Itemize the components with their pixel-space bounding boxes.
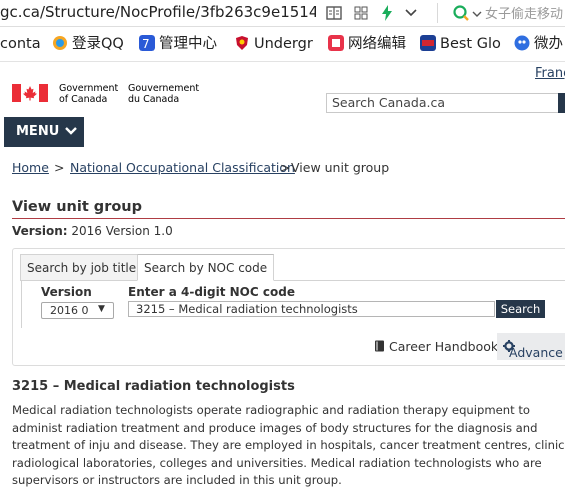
title-divider bbox=[12, 218, 565, 219]
career-handbook-link[interactable]: Career Handbook bbox=[374, 339, 498, 354]
baidu-icon bbox=[514, 35, 530, 51]
noc-unit-title: 3215 – Medical radiation technologists bbox=[12, 379, 295, 394]
version-selected-value: 2016 0 bbox=[50, 304, 89, 317]
version-label: Version: bbox=[12, 224, 68, 238]
breadcrumb-noc-link[interactable]: National Occupational Classification bbox=[70, 160, 295, 175]
gov-name-fr: Gouvernement du Canada bbox=[128, 83, 200, 105]
browser-address-bar: gc.ca/Structure/NocProfile/3fb263c9e1514… bbox=[0, 0, 565, 27]
bookmark-label: Undergr bbox=[254, 36, 313, 52]
language-toggle-link[interactable]: Franç bbox=[535, 66, 565, 81]
chevron-down-icon bbox=[65, 127, 77, 135]
dropdown-arrow-icon: ▼ bbox=[98, 304, 105, 314]
bookmark-item[interactable]: 网络编辑 bbox=[328, 35, 406, 53]
bookmark-item[interactable]: Undergr bbox=[234, 35, 313, 53]
advanced-search-button[interactable]: Advance bbox=[497, 333, 565, 360]
noc-description: Medical radiation technologists operate … bbox=[12, 403, 565, 487]
bookmark-label: 登录QQ bbox=[72, 36, 124, 52]
chevron-down-icon[interactable] bbox=[402, 4, 420, 22]
breadcrumb-separator: > bbox=[280, 160, 291, 175]
bookmark-label: conta bbox=[0, 36, 41, 52]
edit-icon bbox=[328, 35, 344, 51]
chevron-down-icon[interactable] bbox=[471, 4, 483, 22]
search-button[interactable]: Search bbox=[496, 300, 545, 318]
noc-field-label: Enter a 4-digit NOC code bbox=[128, 285, 295, 299]
breadcrumb-separator: > bbox=[54, 160, 65, 175]
bookmark-label: Best Glo bbox=[440, 36, 501, 52]
shield-icon bbox=[236, 36, 248, 50]
noc-code-input[interactable]: 3215 – Medical radiation technologists bbox=[128, 301, 495, 317]
version-value: 2016 Version 1.0 bbox=[71, 224, 173, 238]
site-search-button[interactable] bbox=[558, 93, 565, 113]
canada-flag-icon bbox=[12, 84, 48, 102]
page-title: View unit group bbox=[12, 199, 143, 215]
bookmark-item[interactable]: Best Glo bbox=[420, 35, 501, 53]
bookmark-item[interactable]: 登录QQ bbox=[52, 35, 124, 53]
bookmark-item[interactable]: conta bbox=[0, 35, 41, 53]
divider bbox=[437, 3, 438, 23]
site-search-input[interactable]: Search Canada.ca bbox=[326, 93, 560, 113]
tab-search-by-job-title[interactable]: Search by job title bbox=[20, 254, 144, 281]
manage-icon: 7 bbox=[139, 35, 155, 51]
breadcrumb-current: View unit group bbox=[291, 160, 390, 175]
breadcrumb-home-link[interactable]: Home bbox=[12, 160, 49, 175]
bookmark-label: 微办 bbox=[534, 36, 563, 52]
gov-name-en: Government of Canada bbox=[59, 83, 119, 105]
reader-mode-icon[interactable] bbox=[325, 4, 343, 22]
advanced-label: Advance bbox=[509, 345, 563, 360]
apps-grid-icon[interactable] bbox=[352, 4, 370, 22]
usnews-icon bbox=[420, 35, 436, 51]
book-icon bbox=[375, 340, 384, 352]
bookmark-label: 管理中心 bbox=[159, 36, 217, 52]
version-field-label: Version bbox=[41, 285, 92, 299]
version-select[interactable]: 2016 0 ▼ bbox=[41, 302, 114, 319]
menu-button[interactable]: MENU bbox=[4, 117, 84, 147]
version-info: Version: 2016 Version 1.0 bbox=[12, 224, 173, 238]
svg-text:7: 7 bbox=[142, 37, 150, 51]
bookmarks-bar: conta 登录QQ 7 管理中心 Undergr 网络编辑 Best Glo 微… bbox=[0, 27, 565, 62]
lightning-icon[interactable] bbox=[378, 4, 396, 22]
url-field[interactable]: gc.ca/Structure/NocProfile/3fb263c9e1514 bbox=[0, 1, 316, 23]
tab-search-by-noc-code[interactable]: Search by NOC code bbox=[137, 254, 275, 281]
bookmark-item[interactable]: 微办 bbox=[514, 35, 563, 53]
qq-icon bbox=[53, 36, 67, 50]
noc-input-value: 3215 – Medical radiation technologists bbox=[136, 302, 358, 316]
search-engine-icon[interactable] bbox=[452, 4, 470, 22]
bookmark-label: 网络编辑 bbox=[348, 36, 406, 52]
browser-search-input[interactable]: 女子偷走移动 bbox=[485, 3, 563, 22]
bookmark-item[interactable]: 7 管理中心 bbox=[139, 35, 217, 53]
